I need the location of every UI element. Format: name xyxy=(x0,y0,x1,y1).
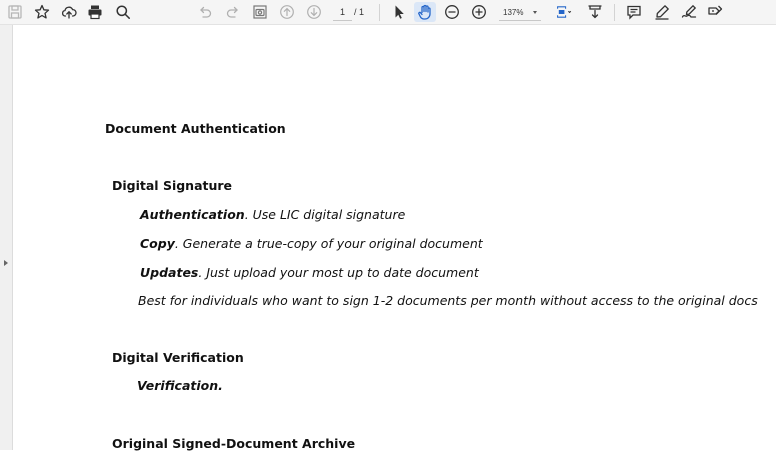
redo-icon[interactable] xyxy=(222,2,244,22)
item-term: Verification. xyxy=(137,378,223,393)
expand-panel-icon[interactable] xyxy=(4,260,8,266)
left-panel-collapsed[interactable] xyxy=(0,25,13,450)
section-heading: Digital Verification xyxy=(112,350,244,365)
pdf-toolbar: 1 / 1 137% xyxy=(0,0,776,25)
highlight-pen-icon[interactable] xyxy=(651,2,673,22)
cloud-upload-icon[interactable] xyxy=(58,2,80,22)
print-icon[interactable] xyxy=(84,2,106,22)
undo-icon[interactable] xyxy=(194,2,216,22)
save-icon[interactable] xyxy=(4,2,26,22)
toolbar-divider xyxy=(379,4,380,21)
sign-icon[interactable] xyxy=(678,2,700,22)
item-term: Copy xyxy=(140,236,175,251)
zoom-level-select[interactable]: 137% xyxy=(499,5,541,21)
page-total: / 1 xyxy=(354,7,365,17)
fill-sign-icon[interactable] xyxy=(704,2,726,22)
zoom-level-value: 137% xyxy=(503,8,524,17)
document-title: Document Authentication xyxy=(105,121,286,136)
page-number-input[interactable]: 1 xyxy=(333,5,352,21)
section-note: Best for individuals who want to sign 1-… xyxy=(138,293,758,308)
snapshot-icon[interactable] xyxy=(249,2,271,22)
star-icon[interactable] xyxy=(31,2,53,22)
hand-tool-icon[interactable] xyxy=(414,2,436,22)
list-item: Authentication. Use LIC digital signatur… xyxy=(140,207,405,222)
item-term: Authentication xyxy=(140,207,245,222)
section-heading: Digital Signature xyxy=(112,178,233,193)
item-description: . Generate a true-copy of your original … xyxy=(174,236,483,251)
previous-page-icon[interactable] xyxy=(276,2,298,22)
item-description: . Just upload your most up to date docum… xyxy=(198,265,479,280)
item-description: . Use LIC digital signature xyxy=(244,207,406,222)
section-heading: Original Signed-Document Archive xyxy=(112,436,356,451)
list-item: Copy. Generate a true-copy of your origi… xyxy=(140,236,483,251)
next-page-icon[interactable] xyxy=(303,2,325,22)
fit-page-icon[interactable] xyxy=(551,2,577,22)
zoom-in-icon[interactable] xyxy=(468,2,490,22)
scroll-mode-icon[interactable] xyxy=(584,2,606,22)
comment-icon[interactable] xyxy=(623,2,645,22)
document-page: Document Authentication Digital Signatur… xyxy=(14,26,776,451)
chevron-down-icon xyxy=(533,11,537,14)
toolbar-divider xyxy=(614,4,615,21)
list-item: Verification. xyxy=(137,378,223,393)
select-tool-icon[interactable] xyxy=(388,2,410,22)
zoom-out-icon[interactable] xyxy=(441,2,463,22)
search-icon[interactable] xyxy=(112,2,134,22)
list-item: Updates. Just upload your most up to dat… xyxy=(140,265,479,280)
item-term: Updates xyxy=(140,265,199,280)
